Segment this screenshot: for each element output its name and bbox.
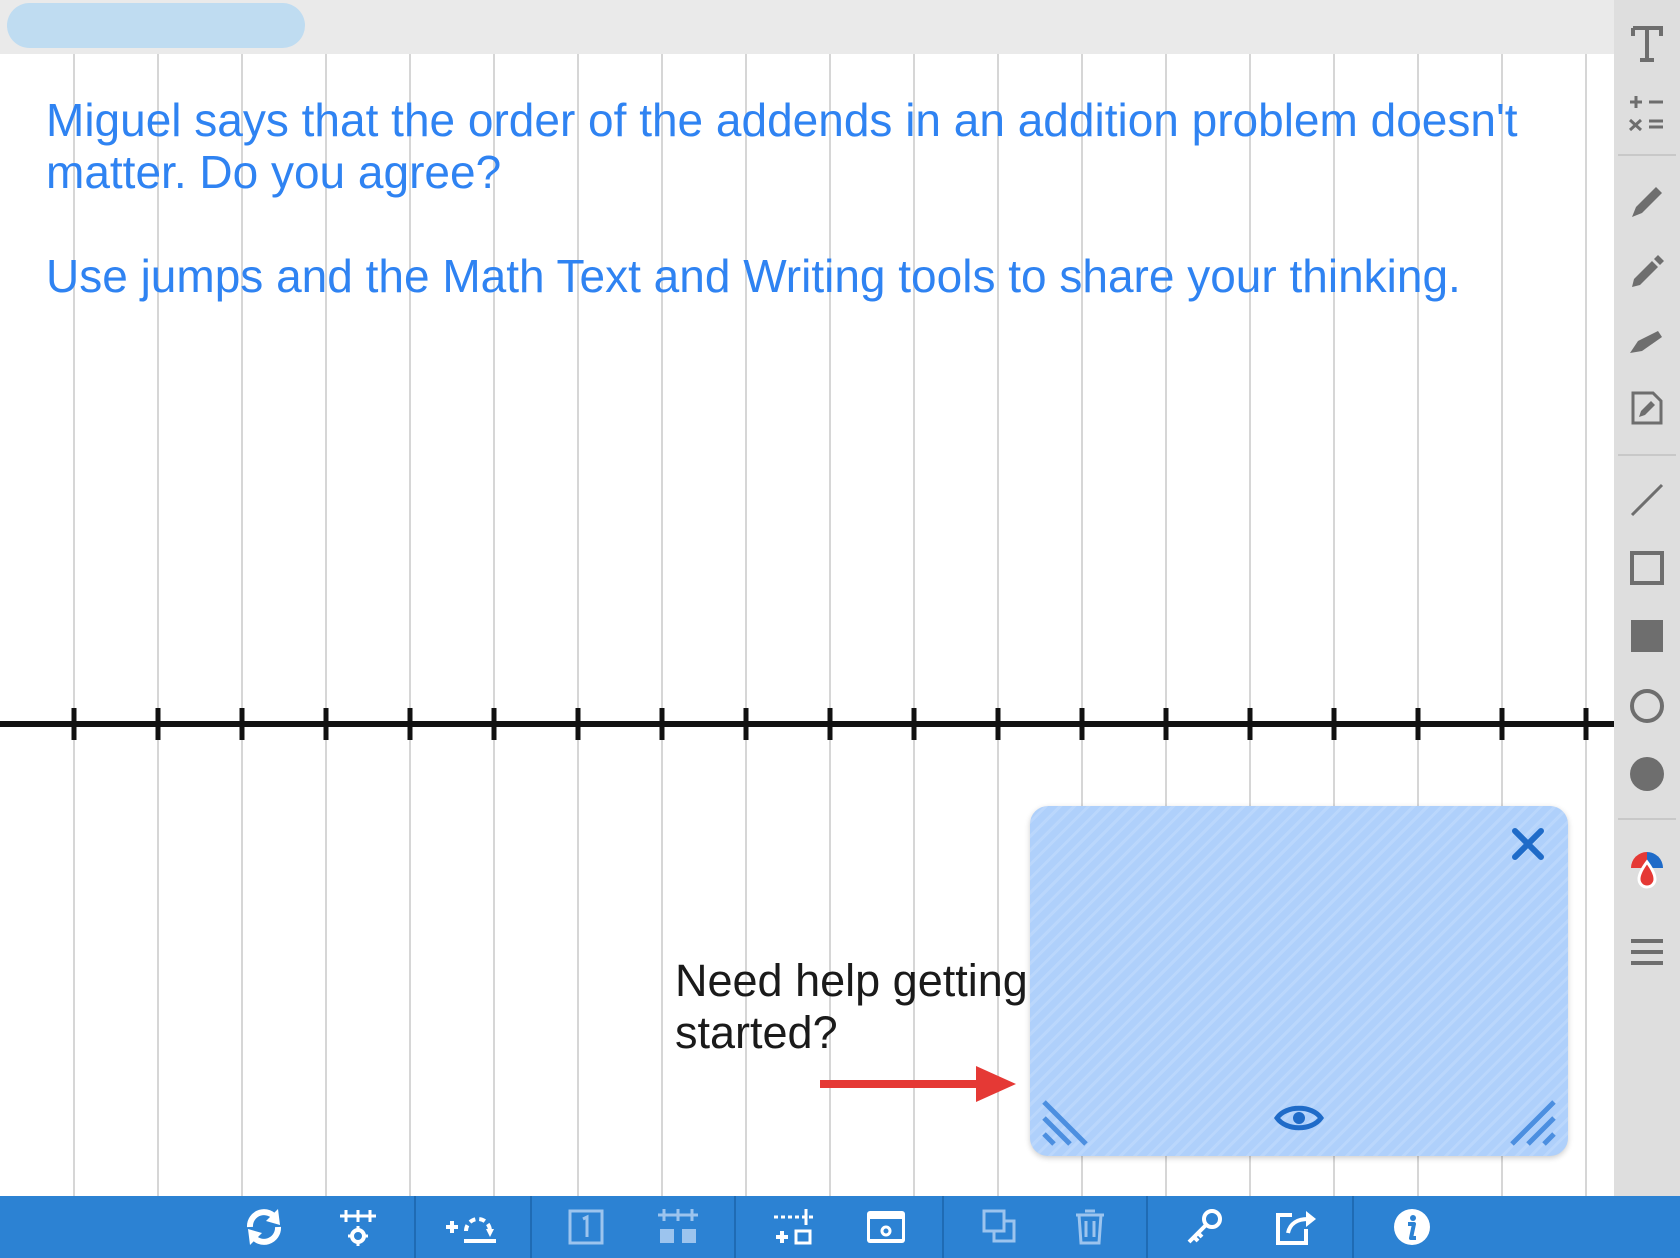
- key-icon[interactable]: [1166, 1196, 1242, 1258]
- math-text-tool-icon[interactable]: [1614, 84, 1680, 140]
- bottom-toolbar: [0, 1196, 1680, 1258]
- marker-icon[interactable]: [1614, 244, 1680, 300]
- toolbar-separator: [1146, 1196, 1148, 1258]
- toolbar-separator: [1352, 1196, 1354, 1258]
- toolbar-separator: [734, 1196, 736, 1258]
- share-icon[interactable]: [1258, 1196, 1334, 1258]
- add-tick-icon[interactable]: [756, 1196, 832, 1258]
- color-picker-icon[interactable]: [1614, 842, 1680, 898]
- number-line-settings-icon[interactable]: [320, 1196, 396, 1258]
- hide-show-icon[interactable]: [848, 1196, 924, 1258]
- rotate-icon[interactable]: [226, 1196, 302, 1258]
- pen-icon[interactable]: [1614, 174, 1680, 230]
- prompt-line-instruction: Use jumps and the Math Text and Writing …: [46, 250, 1461, 302]
- tick-marks-icon[interactable]: [640, 1196, 716, 1258]
- sidebar-separator: [1618, 818, 1676, 820]
- add-jump-icon[interactable]: [434, 1196, 510, 1258]
- info-icon[interactable]: [1374, 1196, 1450, 1258]
- help-arrow: [820, 1066, 1016, 1102]
- rectangle-filled-icon[interactable]: [1614, 608, 1680, 664]
- sticky-note-icon[interactable]: [1614, 380, 1680, 436]
- help-prompt: Need help getting started?: [675, 955, 1028, 1058]
- stroke-width-icon[interactable]: [1614, 924, 1680, 980]
- eye-icon[interactable]: [1273, 1100, 1325, 1136]
- highlighter-icon[interactable]: [1614, 312, 1680, 368]
- toolbar-separator: [414, 1196, 416, 1258]
- resize-corner-right-icon[interactable]: [1504, 1094, 1558, 1148]
- title-pill[interactable]: [7, 3, 305, 48]
- duplicate-icon[interactable]: [962, 1196, 1038, 1258]
- toolbar-separator: [942, 1196, 944, 1258]
- top-bar: [0, 0, 1614, 54]
- circle-filled-icon[interactable]: [1614, 746, 1680, 802]
- rectangle-outline-icon[interactable]: [1614, 540, 1680, 596]
- line-tool-icon[interactable]: [1614, 472, 1680, 528]
- circle-outline-icon[interactable]: [1614, 678, 1680, 734]
- text-tool-icon[interactable]: [1614, 16, 1680, 72]
- trash-icon[interactable]: [1052, 1196, 1128, 1258]
- hint-card[interactable]: [1030, 806, 1568, 1156]
- close-icon[interactable]: [1506, 822, 1550, 866]
- tool-sidebar: [1614, 0, 1680, 1196]
- number-label-icon[interactable]: [548, 1196, 624, 1258]
- toolbar-separator: [530, 1196, 532, 1258]
- prompt-text: Miguel says that the order of the addend…: [46, 94, 1606, 302]
- sidebar-separator: [1618, 154, 1676, 156]
- prompt-line-question: Miguel says that the order of the addend…: [46, 94, 1518, 198]
- resize-corner-left-icon[interactable]: [1040, 1094, 1094, 1148]
- sidebar-separator: [1618, 454, 1676, 456]
